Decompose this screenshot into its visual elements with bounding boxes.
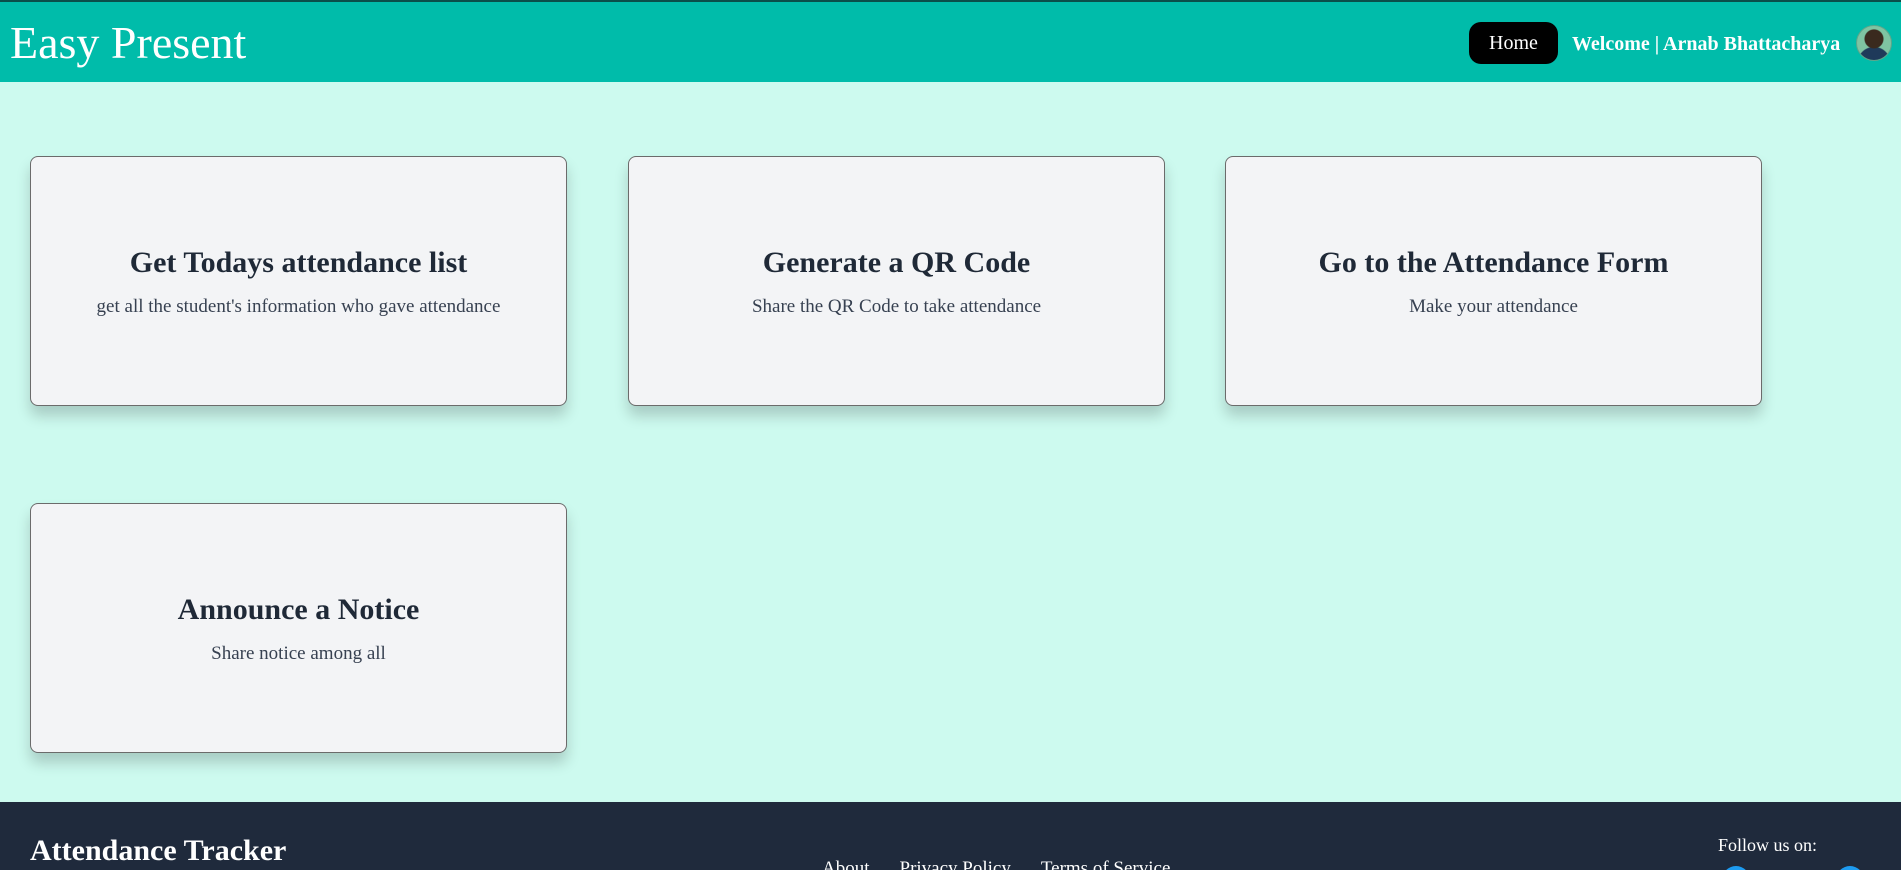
footer-links: About Privacy Policy Terms of Service (822, 858, 1170, 870)
card-title: Announce a Notice (177, 593, 420, 626)
brand-logo-text[interactable]: Easy Present (10, 18, 246, 68)
home-button[interactable]: Home (1469, 22, 1558, 64)
footer-title: Attendance Tracker (30, 834, 287, 867)
footer-link-terms-of-service[interactable]: Terms of Service (1041, 858, 1171, 870)
follow-us-label: Follow us on: (1718, 835, 1818, 855)
card-title: Get Todays attendance list (129, 246, 468, 279)
welcome-user-text: Welcome | Arnab Bhattacharya (1572, 33, 1841, 55)
card-description: Share the QR Code to take attendance (751, 296, 1042, 317)
card-todays-attendance[interactable]: Get Todays attendance list get all the s… (30, 156, 567, 406)
card-description: Make your attendance (1409, 296, 1578, 317)
card-announce-notice[interactable]: Announce a Notice Share notice among all (30, 503, 567, 753)
social-icon[interactable] (1722, 866, 1750, 870)
navbar: Easy Present Home Welcome | Arnab Bhatta… (0, 0, 1901, 82)
footer: Attendance Tracker About Privacy Policy … (0, 802, 1901, 870)
card-title: Go to the Attendance Form (1318, 246, 1669, 279)
social-icon[interactable] (1836, 866, 1864, 870)
card-attendance-form[interactable]: Go to the Attendance Form Make your atte… (1225, 156, 1762, 406)
card-generate-qr[interactable]: Generate a QR Code Share the QR Code to … (628, 156, 1165, 406)
footer-link-about[interactable]: About (822, 858, 870, 870)
card-title: Generate a QR Code (762, 246, 1031, 279)
footer-link-privacy-policy[interactable]: Privacy Policy (900, 858, 1011, 870)
user-avatar[interactable] (1856, 25, 1892, 61)
card-description: Share notice among all (211, 643, 386, 664)
card-description: get all the student's information who ga… (96, 296, 501, 317)
